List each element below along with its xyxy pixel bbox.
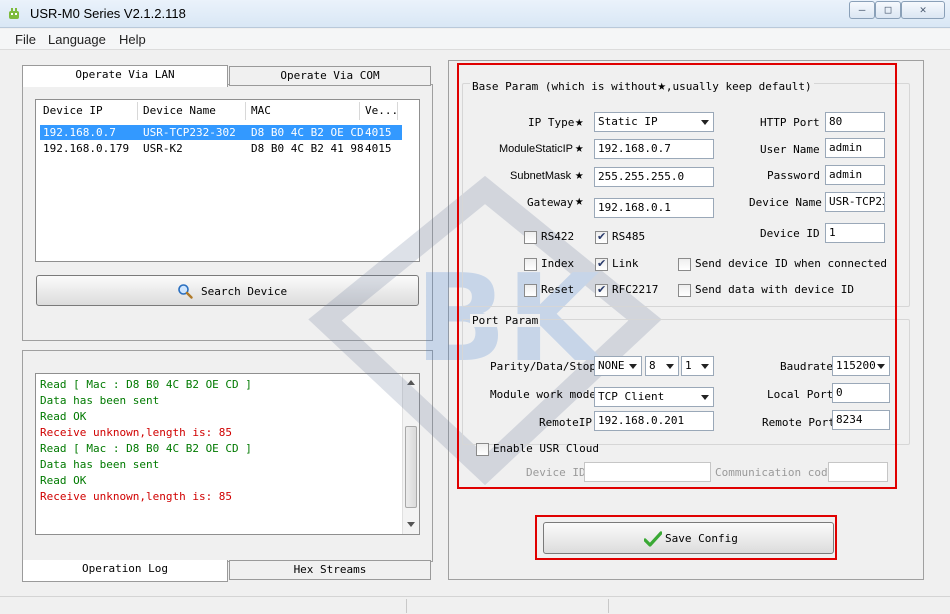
status-divider	[608, 599, 609, 613]
search-icon	[178, 284, 193, 299]
cell-device-name: USR-TCP232-302	[143, 126, 236, 139]
highlight-frame	[457, 63, 897, 489]
log-line: Data has been sent	[40, 394, 160, 407]
save-config-button[interactable]: Save Config	[543, 522, 834, 554]
column-divider	[137, 102, 138, 120]
search-device-label: Search Device	[201, 285, 288, 298]
window-title: USR-M0 Series V2.1.2.118	[30, 6, 186, 21]
scroll-down-icon[interactable]	[407, 522, 415, 527]
tab-operate-via-com[interactable]: Operate Via COM	[229, 66, 431, 86]
column-header-device-name[interactable]: Device Name	[143, 104, 216, 117]
log-line: Read [ Mac : D8 B0 4C B2 OE CD ]	[40, 378, 252, 391]
column-header-mac[interactable]: MAC	[251, 104, 271, 117]
maximize-button[interactable]: □	[875, 1, 901, 19]
tab-operate-via-lan[interactable]: Operate Via LAN	[22, 65, 228, 87]
column-header-version[interactable]: Ve...	[365, 104, 398, 117]
menu-language[interactable]: Language	[48, 32, 106, 47]
app-icon	[9, 8, 19, 19]
status-bar	[0, 596, 950, 614]
log-line: Read OK	[40, 410, 87, 423]
status-divider	[406, 599, 407, 613]
tab-operation-log[interactable]: Operation Log	[22, 560, 228, 582]
table-row[interactable]: 192.168.0.7 USR-TCP232-302 D8 B0 4C B2 O…	[40, 125, 402, 140]
tab-hex-streams[interactable]: Hex Streams	[229, 560, 431, 580]
log-line: Read OK	[40, 474, 87, 487]
menu-help[interactable]: Help	[119, 32, 146, 47]
cell-mac: D8 B0 4C B2 OE CD	[251, 126, 364, 139]
close-button[interactable]: ✕	[901, 1, 945, 19]
check-icon	[644, 531, 662, 547]
log-line: Read [ Mac : D8 B0 4C B2 OE CD ]	[40, 442, 252, 455]
cell-version: 4015	[365, 142, 392, 155]
menu-file[interactable]: File	[15, 32, 36, 47]
save-config-label: Save Config	[665, 532, 738, 545]
log-line: Receive unknown,length is: 85	[40, 426, 233, 439]
log-line: Data has been sent	[40, 458, 160, 471]
minimize-button[interactable]: –	[849, 1, 875, 19]
cell-device-ip: 192.168.0.179	[43, 142, 130, 155]
cell-device-name: USR-K2	[143, 142, 183, 155]
cell-mac: D8 B0 4C B2 41 98	[251, 142, 364, 155]
column-divider	[397, 102, 398, 120]
cell-version: 4015	[365, 126, 392, 139]
cell-device-ip: 192.168.0.7	[43, 126, 116, 139]
log-line: Receive unknown,length is: 85	[40, 490, 233, 503]
column-header-device-ip[interactable]: Device IP	[43, 104, 103, 117]
table-row[interactable]: 192.168.0.179 USR-K2 D8 B0 4C B2 41 98 4…	[40, 141, 402, 156]
column-divider	[359, 102, 360, 120]
column-divider	[245, 102, 246, 120]
